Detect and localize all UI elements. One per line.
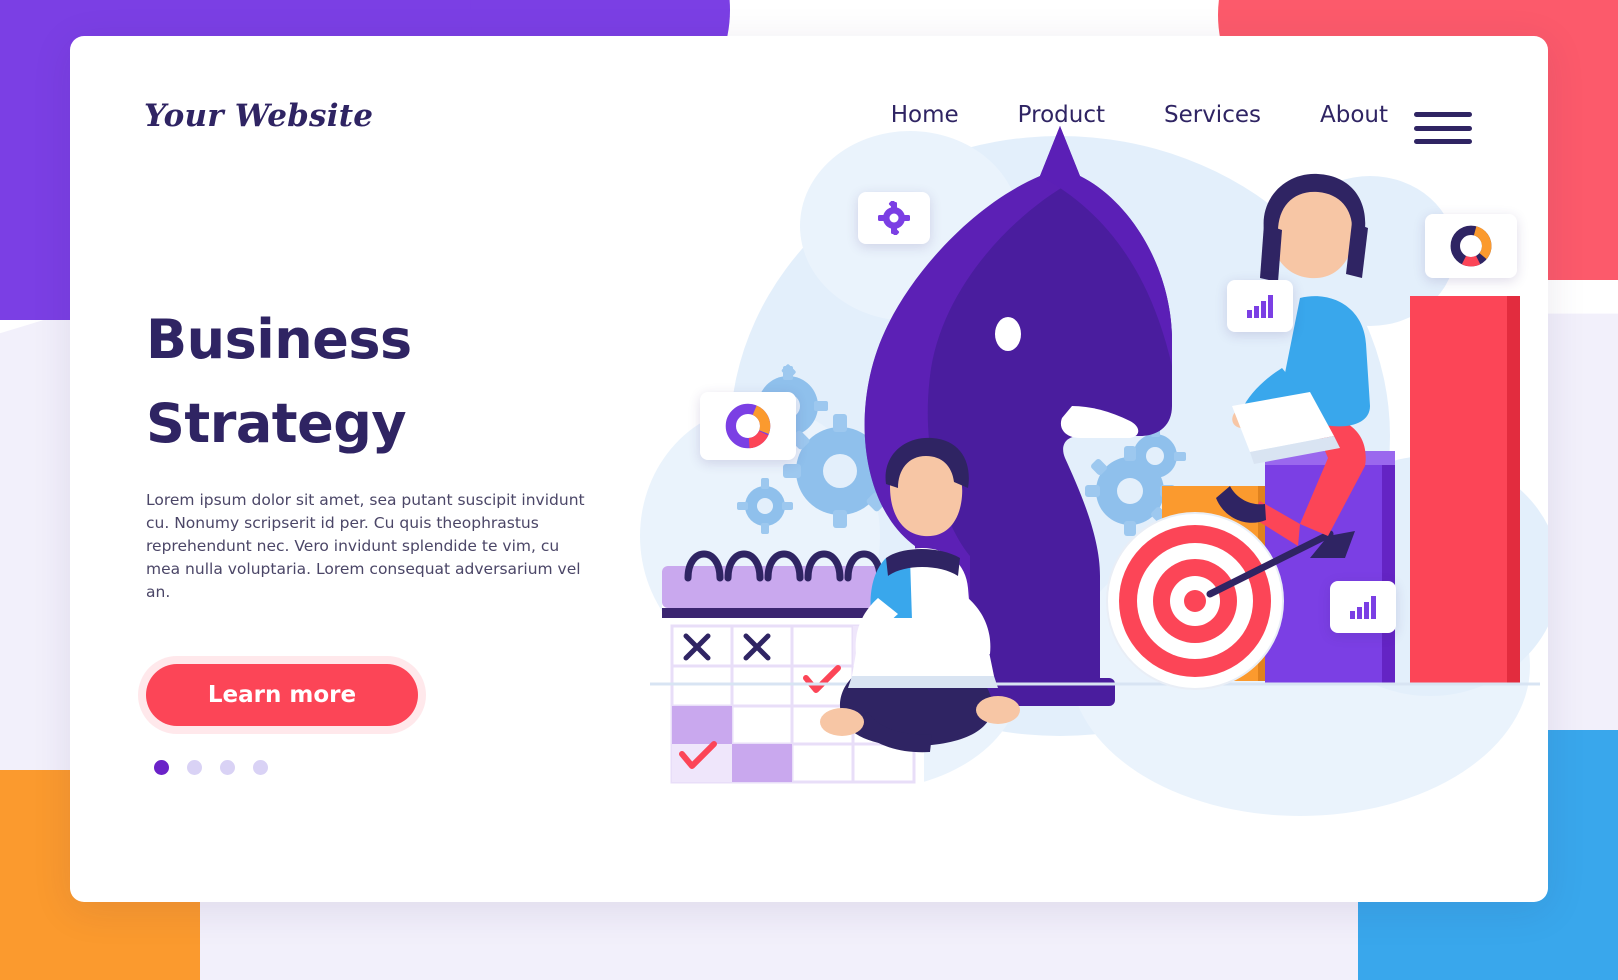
bar-chart-icon bbox=[1247, 295, 1273, 318]
page-title: Business Strategy bbox=[146, 298, 616, 465]
carousel-dot-4[interactable] bbox=[253, 759, 268, 775]
carousel-dot-2[interactable] bbox=[187, 759, 202, 775]
carousel-dot-1[interactable] bbox=[154, 759, 169, 775]
page-title-line-1: Business bbox=[146, 308, 412, 371]
bar-chart-icon bbox=[1350, 596, 1376, 619]
bar-chart-card-top bbox=[1227, 280, 1293, 332]
bar-chart-red-column bbox=[1410, 296, 1520, 684]
gear-icon bbox=[878, 201, 910, 235]
donut-chart-icon bbox=[725, 403, 771, 449]
hero-description: Lorem ipsum dolor sit amet, sea putant s… bbox=[146, 491, 585, 602]
carousel-dot-3[interactable] bbox=[220, 759, 235, 775]
donut-chart-card-left bbox=[700, 392, 796, 460]
business-strategy-illustration bbox=[610, 106, 1548, 846]
page-title-line-2: Strategy bbox=[146, 391, 407, 455]
learn-more-button[interactable]: Learn more bbox=[146, 663, 418, 726]
donut-chart-icon bbox=[1450, 225, 1492, 267]
site-logo[interactable]: Your Website bbox=[144, 98, 373, 134]
carousel-dots bbox=[146, 759, 616, 775]
page-root: Your Website Home Product Services About… bbox=[0, 0, 1618, 980]
gear-card bbox=[858, 192, 930, 244]
landing-page-card: Your Website Home Product Services About… bbox=[70, 36, 1548, 902]
donut-chart-card-right bbox=[1425, 214, 1517, 278]
hero-section: Business Strategy Lorem ipsum dolor sit … bbox=[146, 298, 616, 775]
bar-chart-card-bottom bbox=[1330, 581, 1396, 633]
